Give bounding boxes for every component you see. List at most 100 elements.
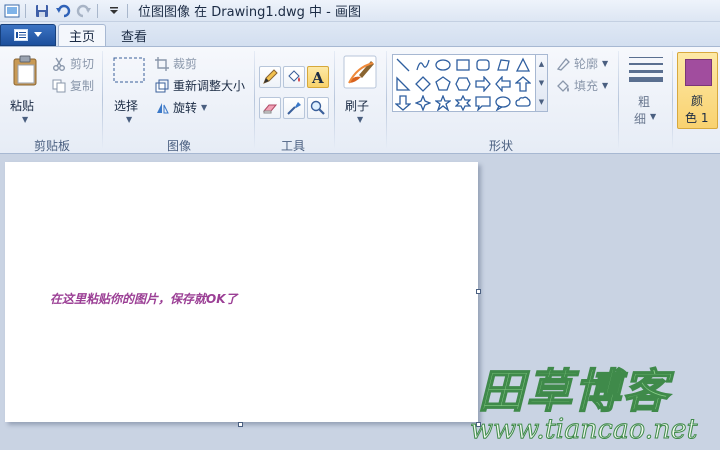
resize-handle-bottom[interactable] bbox=[238, 422, 243, 427]
paste-label: 粘贴 bbox=[10, 99, 35, 113]
select-label: 选择 bbox=[114, 99, 139, 113]
clipboard-group-label: 剪贴板 bbox=[33, 139, 70, 153]
color1-label-line1: 颜 bbox=[691, 94, 704, 108]
five-point-star-shape-icon[interactable] bbox=[434, 94, 452, 112]
cut-label: 剪切 bbox=[70, 57, 95, 71]
tab-home[interactable]: 主页 bbox=[58, 24, 106, 46]
shapes-gallery bbox=[392, 54, 536, 112]
group-separator bbox=[334, 51, 335, 149]
resize-icon bbox=[155, 79, 169, 92]
resize-button[interactable]: 重新调整大小 bbox=[155, 77, 245, 94]
selection-rectangle-icon bbox=[113, 57, 145, 83]
menu-icon bbox=[14, 29, 28, 41]
size-button[interactable]: 粗 细 ▼ bbox=[624, 53, 668, 129]
app-menu-button[interactable] bbox=[0, 24, 56, 46]
line-shape-icon[interactable] bbox=[394, 56, 412, 74]
six-point-star-shape-icon[interactable] bbox=[454, 94, 472, 112]
scissors-icon bbox=[53, 57, 65, 71]
undo-icon[interactable] bbox=[54, 3, 72, 19]
canvas-work-area[interactable]: 在这里粘贴你的图片，保存就OK了 田草博客 www.tiancao.net bbox=[0, 155, 720, 450]
color-picker-button[interactable] bbox=[283, 97, 305, 119]
outline-button[interactable]: 轮廓 ▼ bbox=[556, 55, 608, 72]
down-arrow-shape-icon[interactable] bbox=[394, 94, 412, 112]
shapes-gallery-scroll[interactable]: ▲ ▼ ▼ bbox=[536, 54, 548, 112]
rect-callout-shape-icon[interactable] bbox=[474, 94, 492, 112]
four-point-star-shape-icon[interactable] bbox=[414, 94, 432, 112]
save-icon[interactable] bbox=[33, 3, 51, 19]
pentagon-shape-icon[interactable] bbox=[434, 75, 452, 93]
chevron-down-icon: ▼ bbox=[650, 112, 657, 121]
chevron-down-icon: ▼ bbox=[357, 115, 364, 124]
scroll-down-icon[interactable]: ▼ bbox=[539, 79, 544, 87]
eraser-icon bbox=[262, 104, 278, 114]
group-separator bbox=[672, 51, 673, 149]
tools-group-label: 工具 bbox=[280, 139, 305, 153]
text-icon: A bbox=[311, 69, 324, 85]
chevron-down-icon: ▼ bbox=[126, 115, 133, 124]
group-separator bbox=[386, 51, 387, 149]
color1-button[interactable]: 颜 色 1 bbox=[677, 52, 718, 129]
copy-icon bbox=[52, 79, 66, 92]
scroll-up-icon[interactable]: ▲ bbox=[539, 60, 544, 68]
customize-dropdown-icon[interactable] bbox=[105, 3, 123, 19]
rotate-icon bbox=[157, 102, 169, 113]
magnifier-icon bbox=[310, 100, 325, 115]
brushes-button[interactable]: 刷子 ▼ bbox=[339, 53, 381, 129]
crop-label: 裁剪 bbox=[173, 57, 198, 71]
color-picker-icon bbox=[287, 102, 301, 115]
pencil-icon bbox=[263, 69, 278, 84]
polygon-shape-icon[interactable] bbox=[494, 56, 512, 74]
eraser-button[interactable] bbox=[259, 97, 281, 119]
cloud-callout-shape-icon[interactable] bbox=[514, 94, 532, 112]
svg-text:A: A bbox=[311, 69, 324, 85]
outline-label: 轮廓 bbox=[574, 57, 599, 71]
canvas-text: 在这里粘贴你的图片，保存就OK了 bbox=[50, 292, 238, 306]
drawing-canvas[interactable]: 在这里粘贴你的图片，保存就OK了 bbox=[5, 162, 478, 422]
paste-button[interactable]: 粘贴 ▼ bbox=[6, 53, 46, 129]
right-triangle-shape-icon[interactable] bbox=[394, 75, 412, 93]
diamond-shape-icon[interactable] bbox=[414, 75, 432, 93]
ribbon-tabs: 主页 查看 bbox=[0, 22, 720, 46]
rounded-rectangle-shape-icon[interactable] bbox=[474, 56, 492, 74]
chevron-down-icon: ▼ bbox=[602, 59, 609, 68]
fill-shape-button[interactable]: 填充 ▼ bbox=[556, 77, 608, 94]
app-icon[interactable] bbox=[3, 3, 21, 19]
qat-separator bbox=[25, 3, 26, 18]
redo-icon[interactable] bbox=[75, 3, 93, 19]
triangle-shape-icon[interactable] bbox=[514, 56, 532, 74]
group-separator bbox=[254, 51, 255, 149]
brush-icon bbox=[343, 55, 377, 89]
title-bar: 位图图像 在 Drawing1.dwg 中 - 画图 bbox=[0, 0, 720, 22]
left-arrow-shape-icon[interactable] bbox=[494, 75, 512, 93]
qat-separator bbox=[127, 3, 128, 18]
group-separator bbox=[102, 51, 103, 149]
rectangle-shape-icon[interactable] bbox=[454, 56, 472, 74]
gallery-expand-icon[interactable]: ▼ bbox=[539, 98, 544, 106]
oval-callout-shape-icon[interactable] bbox=[494, 94, 512, 112]
size-label-line2: 细 bbox=[634, 112, 647, 126]
chevron-down-icon: ▼ bbox=[602, 81, 609, 90]
oval-shape-icon[interactable] bbox=[434, 56, 452, 74]
magnifier-button[interactable] bbox=[307, 97, 329, 119]
tab-home-label: 主页 bbox=[68, 30, 95, 45]
copy-button[interactable]: 复制 bbox=[52, 77, 94, 94]
copy-label: 复制 bbox=[70, 79, 95, 93]
curve-shape-icon[interactable] bbox=[414, 56, 432, 74]
crop-button[interactable]: 裁剪 bbox=[155, 55, 197, 72]
tab-view[interactable]: 查看 bbox=[110, 24, 158, 46]
up-arrow-shape-icon[interactable] bbox=[514, 75, 532, 93]
select-button[interactable]: 选择 ▼ bbox=[108, 53, 150, 129]
watermark-url: www.tiancao.net bbox=[469, 414, 698, 446]
resize-handle-right[interactable] bbox=[476, 289, 481, 294]
size-label-line1: 粗 bbox=[638, 95, 651, 109]
paste-icon bbox=[13, 55, 37, 86]
rotate-button[interactable]: 旋转 ▼ bbox=[155, 99, 207, 116]
right-arrow-shape-icon[interactable] bbox=[474, 75, 492, 93]
hexagon-shape-icon[interactable] bbox=[454, 75, 472, 93]
image-group-label: 图像 bbox=[166, 139, 191, 153]
pencil-button[interactable] bbox=[259, 66, 281, 88]
fill-button[interactable] bbox=[283, 66, 305, 88]
outline-icon bbox=[556, 57, 570, 71]
text-button[interactable]: A bbox=[307, 66, 329, 88]
cut-button[interactable]: 剪切 bbox=[52, 55, 94, 72]
